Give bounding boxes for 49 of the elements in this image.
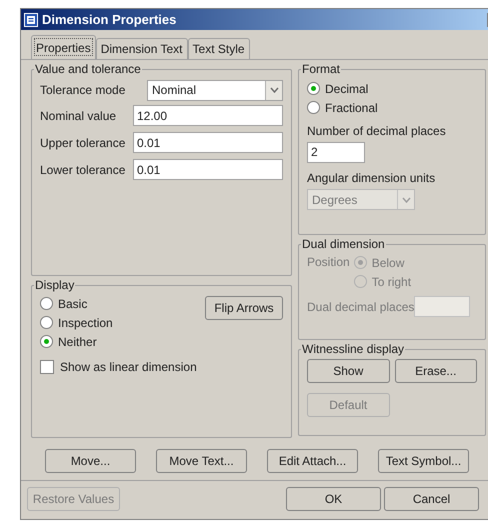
radio-label: Decimal <box>325 80 368 98</box>
radio-label: To right <box>372 274 412 290</box>
push-button[interactable]: Flip Arrows <box>205 296 283 320</box>
group-title: Witnessline display <box>301 342 406 356</box>
group-title: Display <box>34 278 76 292</box>
tab[interactable]: Text Style <box>188 38 250 59</box>
radio-label: Inspection <box>58 314 113 332</box>
field-label: Dual decimal places <box>307 298 414 316</box>
push-button[interactable]: OK <box>286 487 381 511</box>
radio-label: Below <box>372 254 404 272</box>
field-label: Position <box>307 254 350 271</box>
window-title: Dimension Properties <box>42 10 178 29</box>
field-label: Angular dimension units <box>307 170 436 187</box>
field-label: Tolerance mode <box>40 82 126 99</box>
radio-button[interactable] <box>307 101 320 114</box>
caret-icon <box>270 87 278 93</box>
radio-button[interactable] <box>307 82 320 95</box>
group-title: Format <box>301 62 342 76</box>
field-label: Nominal value <box>40 108 118 124</box>
push-button[interactable]: Show <box>307 359 390 383</box>
tab[interactable]: Dimension Text <box>96 38 188 59</box>
input-field[interactable]: 0.01 <box>133 159 283 180</box>
field-label: Upper tolerance <box>40 134 126 152</box>
input-field[interactable]: 2 <box>307 142 365 162</box>
group-title: Value and tolerance <box>34 62 142 76</box>
push-button[interactable]: Text Symbol... <box>378 449 469 473</box>
push-button[interactable]: Cancel <box>384 487 479 511</box>
checkbox-label: Show as linear dimension <box>60 359 197 376</box>
field-label: Lower tolerance <box>40 162 126 178</box>
radio-label: Neither <box>58 334 97 350</box>
checkbox[interactable] <box>40 360 54 374</box>
radio-button[interactable] <box>40 316 53 329</box>
radio-label: Basic <box>58 296 88 312</box>
field-label: Number of decimal places <box>307 123 447 140</box>
radio-button[interactable] <box>40 335 53 348</box>
radio-button[interactable] <box>40 297 53 310</box>
radio-label: Fractional <box>325 100 378 116</box>
group-title: Dual dimension <box>301 237 386 251</box>
push-button[interactable]: Move Text... <box>156 449 247 473</box>
dropdown[interactable]: Nominal <box>147 80 283 100</box>
push-button[interactable]: Move... <box>45 449 136 473</box>
input-field[interactable] <box>414 296 470 317</box>
caret-icon <box>402 196 410 202</box>
push-button[interactable]: Edit Attach... <box>267 449 358 473</box>
input-field[interactable]: 12.00 <box>133 105 283 126</box>
push-button[interactable]: Erase... <box>394 359 477 383</box>
window-icon <box>24 12 38 26</box>
tab[interactable]: Properties <box>31 35 96 59</box>
input-field[interactable]: 0.01 <box>133 132 283 153</box>
